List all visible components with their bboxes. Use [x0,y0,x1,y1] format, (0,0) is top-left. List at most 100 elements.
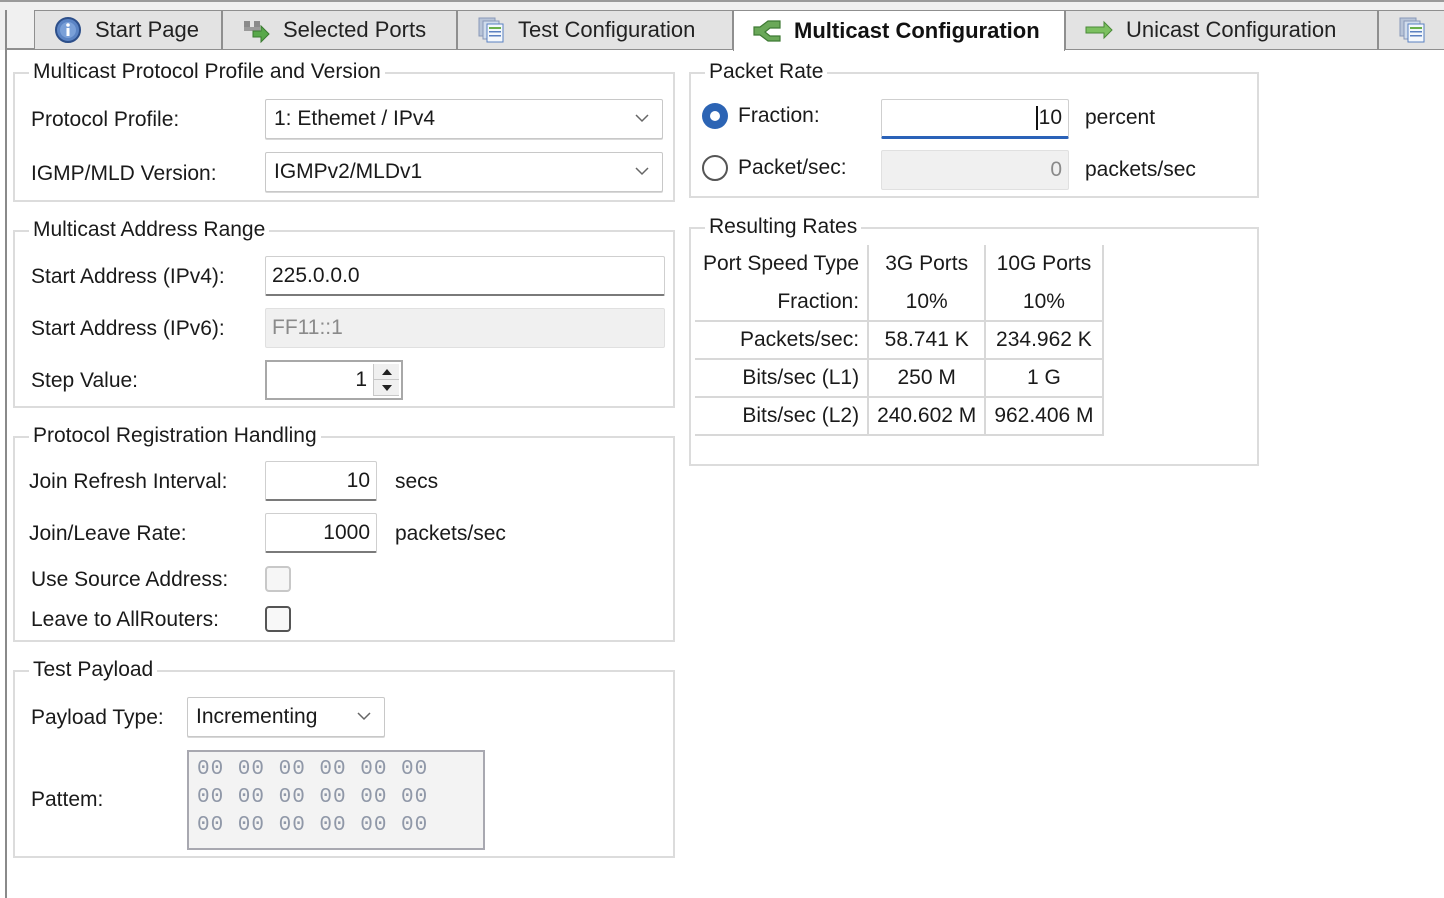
selected-value: Incrementing [196,705,318,728]
tab-test-configuration[interactable]: Test Configuration [457,10,733,49]
row-label: Fraction: [777,289,860,313]
packet-rate-group: Packet Rate Fraction: 10 percent Packet/… [689,59,1259,198]
header-cell: Port Speed Type [703,252,860,275]
group-title: Multicast Protocol Profile and Version [29,59,385,85]
tab-label: Test Configuration [518,17,696,42]
tab-label: Selected Ports [283,17,427,42]
igmp-version-select[interactable]: IGMPv2/MLDv1 [265,152,663,192]
igmp-version-label: IGMP/MLD Version: [31,162,217,185]
pattern-label: Pattem: [31,788,104,811]
row-label: Bits/sec (L1) [695,358,869,397]
selected-value: 1: Ethemet / IPv4 [274,107,436,130]
pattern-field[interactable]: 00 00 00 00 00 00 00 00 00 00 00 00 00 0… [187,750,485,850]
cell-3g: 58.741 K [867,320,986,359]
pattern-row: 00 00 00 00 00 00 [197,758,429,781]
ports-arrow-icon [241,16,271,44]
ipv6-start-input[interactable]: FF11::1 [265,308,665,348]
spin-up-button[interactable] [374,364,399,380]
resulting-rates-table: Port Speed Type 3G Ports 10G Ports Fract… [695,245,1104,436]
arrow-down-icon [381,384,392,391]
join-refresh-input[interactable]: 10 [265,461,377,501]
header-cell: 3G Ports [867,245,986,283]
spin-down-button[interactable] [374,380,399,396]
input-value: FF11::1 [272,316,343,339]
spinner-value: 1 [355,368,367,391]
input-value: 225.0.0.0 [272,263,360,287]
tab-label: Start Page [95,17,199,42]
packets-per-sec-radio[interactable] [702,155,728,181]
panel-left-border [5,10,7,898]
group-title: Test Payload [29,657,158,683]
cell-3g: 250 M [867,358,986,397]
group-title: Packet Rate [705,59,828,85]
packets-per-sec-input[interactable]: 0 [881,150,1069,190]
payload-type-select[interactable]: Incrementing [187,697,385,737]
tab-overflow[interactable] [1378,10,1444,49]
spin-buttons [373,364,399,396]
input-value: 10 [346,468,370,492]
cell-10g: 1 G [984,358,1104,397]
registration-handling-group: Protocol Registration Handling Join Refr… [13,423,675,642]
cell-3g: 240.602 M [867,396,986,436]
cell-3g: 10% [867,283,986,321]
table-row: Bits/sec (L1) 250 M 1 G [695,358,1104,397]
join-leave-rate-input[interactable]: 1000 [265,513,377,553]
document-stack-icon [1397,16,1427,44]
step-value-label: Step Value: [31,369,139,392]
multicast-icon [752,17,782,45]
use-source-address-label: Use Source Address: [31,568,229,591]
table-row: Packets/sec: 58.741 K 234.962 K [695,320,1104,359]
document-stack-icon [476,16,506,44]
header-cell: 10G Ports [984,245,1104,283]
resulting-rates-group: Resulting Rates Port Speed Type 3G Ports… [689,214,1259,466]
tab-label: Unicast Configuration [1126,17,1337,42]
join-refresh-unit: secs [395,470,439,493]
input-value: 1000 [323,520,370,544]
ipv4-start-label: Start Address (IPv4): [31,265,225,288]
fraction-unit: percent [1085,106,1156,129]
protocol-profile-group: Multicast Protocol Profile and Version P… [13,59,675,202]
arrow-up-icon [381,368,392,375]
leave-to-allrouters-label: Leave to AllRouters: [31,608,219,631]
ipv6-start-label: Start Address (IPv6): [31,317,225,340]
test-payload-group: Test Payload Payload Type: Incrementing … [13,657,675,858]
tab-unicast-configuration[interactable]: Unicast Configuration [1065,10,1378,49]
ipv4-start-input[interactable]: 225.0.0.0 [265,256,665,296]
group-title: Resulting Rates [705,214,862,240]
join-leave-rate-unit: packets/sec [395,522,506,545]
row-label: Bits/sec (L2) [695,396,869,436]
table-row: Bits/sec (L2) 240.602 M 962.406 M [695,396,1104,436]
info-icon [53,16,83,44]
protocol-profile-select[interactable]: 1: Ethemet / IPv4 [265,99,663,139]
input-value: 0 [1050,158,1062,181]
use-source-address-checkbox[interactable] [265,566,291,592]
fraction-label: Fraction: [738,104,820,127]
tab-label: Multicast Configuration [794,18,1040,43]
table-header-row: Port Speed Type 3G Ports 10G Ports [695,245,1104,283]
active-tab-gap [734,48,1064,51]
step-value-spinner[interactable]: 1 [265,360,403,400]
selected-value: IGMPv2/MLDv1 [274,160,423,183]
row-label: Packets/sec: [695,320,869,359]
table-row: Fraction: 10% 10% [695,283,1104,321]
chevron-down-icon [357,712,371,721]
join-refresh-label: Join Refresh Interval: [29,470,228,493]
leave-to-allrouters-checkbox[interactable] [265,606,291,632]
arrow-right-icon [1084,16,1114,44]
packets-per-sec-label: Packet/sec: [738,156,847,179]
input-value: 10 [1035,106,1062,130]
protocol-profile-label: Protocol Profile: [31,108,180,131]
payload-type-label: Payload Type: [31,706,164,729]
cell-10g: 962.406 M [984,396,1104,436]
tab-selected-ports[interactable]: Selected Ports [222,10,457,49]
group-title: Multicast Address Range [29,217,270,243]
address-range-group: Multicast Address Range Start Address (I… [13,217,675,408]
fraction-input[interactable]: 10 [881,99,1069,139]
pattern-row: 00 00 00 00 00 00 [197,814,429,837]
fraction-radio[interactable] [702,103,728,129]
join-leave-rate-label: Join/Leave Rate: [29,522,187,545]
cell-10g: 234.962 K [984,320,1104,359]
tab-multicast-configuration[interactable]: Multicast Configuration [733,10,1065,51]
tab-start-page[interactable]: Start Page [34,10,222,49]
pattern-row: 00 00 00 00 00 00 [197,786,429,809]
